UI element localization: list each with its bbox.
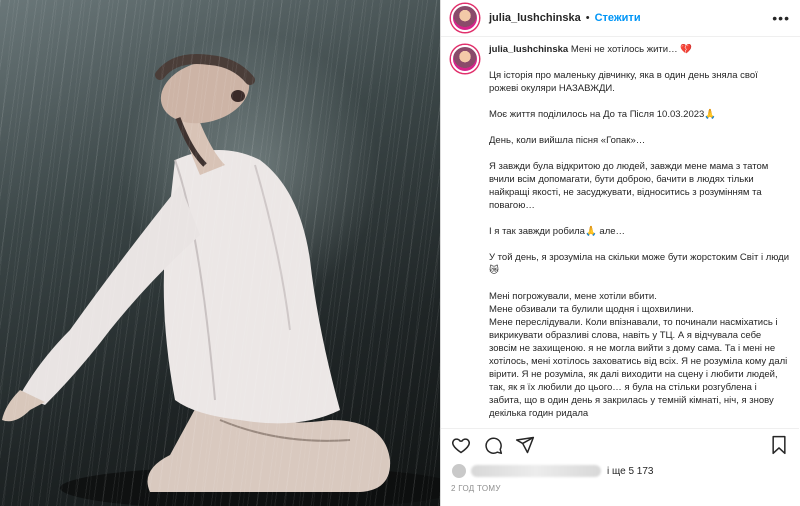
caption-author-avatar[interactable]	[451, 45, 479, 73]
instagram-post-view: julia_lushchinska • Стежити ••• julia_lu…	[0, 0, 800, 506]
caption-body: Мені не хотілось жити… 💔 Ця історія про …	[489, 44, 789, 419]
author-avatar[interactable]	[451, 4, 479, 32]
rain-overlay	[0, 0, 440, 506]
liker-avatar	[451, 463, 467, 479]
caption-username[interactable]: julia_lushchinska	[489, 44, 568, 55]
action-bar	[441, 428, 799, 460]
heart-icon[interactable]	[451, 435, 471, 455]
more-options-icon[interactable]: •••	[772, 10, 790, 26]
liker-name-blurred	[471, 465, 601, 477]
bookmark-icon[interactable]	[769, 435, 789, 455]
post-header: julia_lushchinska • Стежити •••	[441, 0, 800, 37]
share-icon[interactable]	[515, 435, 535, 455]
author-username[interactable]: julia_lushchinska	[489, 12, 581, 24]
caption-row: julia_lushchinska Мені не хотілось жити……	[451, 43, 789, 420]
follow-button[interactable]: Стежити	[595, 12, 641, 24]
caption-text-block: julia_lushchinska Мені не хотілось жити……	[489, 43, 789, 420]
caption-area: julia_lushchinska Мені не хотілось жити……	[441, 37, 799, 427]
comment-icon[interactable]	[483, 435, 503, 455]
likes-summary[interactable]: і ще 5 173	[451, 463, 653, 479]
post-side-panel: julia_lushchinska • Стежити ••• julia_lu…	[440, 0, 800, 506]
post-timestamp[interactable]: 2 ГОД ТОМУ	[451, 484, 501, 493]
likes-count[interactable]: і ще 5 173	[607, 466, 653, 477]
post-photo[interactable]	[0, 0, 440, 506]
header-separator: •	[585, 12, 590, 24]
